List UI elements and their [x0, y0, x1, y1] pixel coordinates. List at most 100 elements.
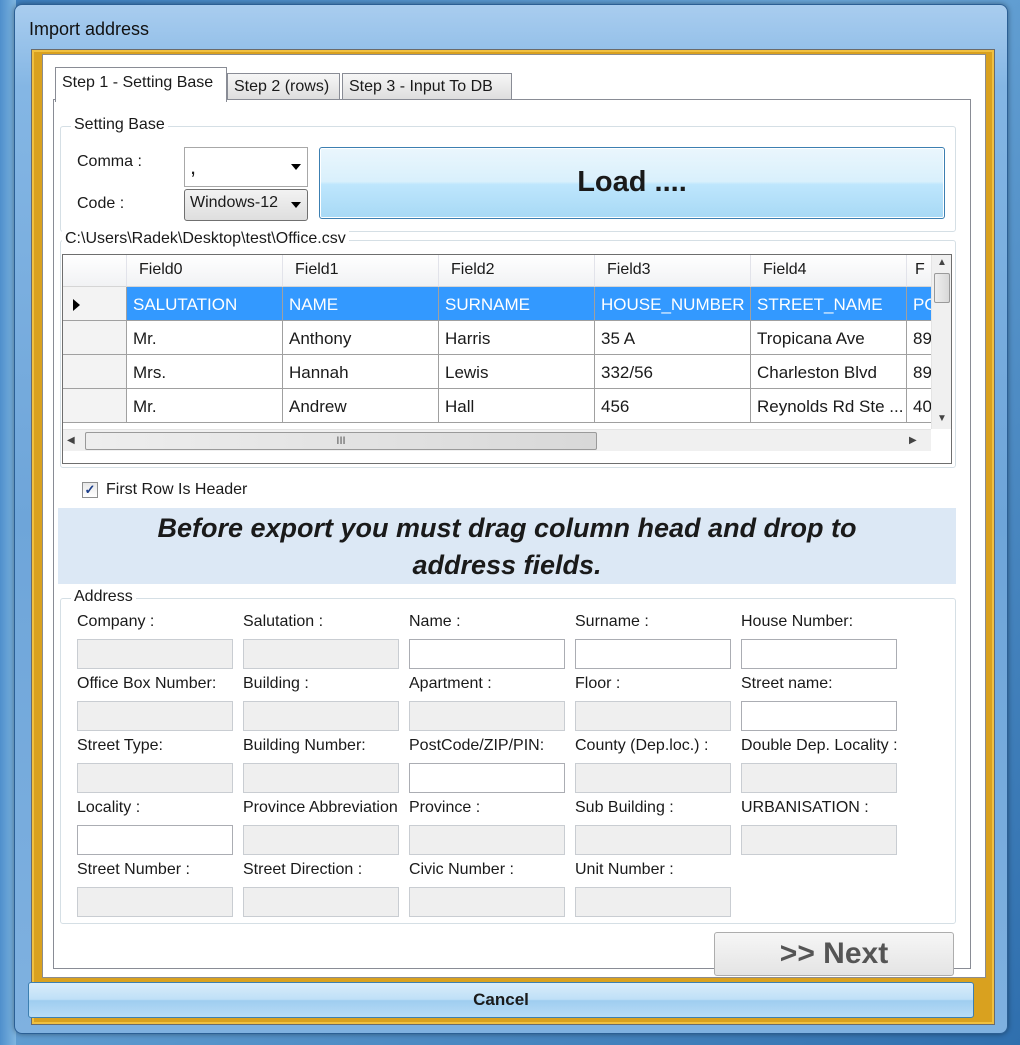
address-field-drop-target[interactable]	[409, 639, 565, 669]
table-cell[interactable]: SALUTATION	[127, 287, 283, 321]
column-header-field2[interactable]: Field2	[439, 255, 595, 287]
address-field-label: Locality :	[77, 799, 141, 816]
address-field-label: Sub Building :	[575, 799, 674, 816]
table-cell[interactable]: Charleston Blvd	[751, 355, 907, 389]
address-field-drop-target[interactable]	[77, 825, 233, 855]
row-header-cell[interactable]	[63, 389, 127, 423]
address-field-drop-target[interactable]	[243, 763, 399, 793]
scroll-left-icon[interactable]: ◀	[67, 435, 75, 446]
table-cell[interactable]: HOUSE_NUMBER	[595, 287, 751, 321]
address-field-drop-target[interactable]	[575, 887, 731, 917]
address-field-drop-target[interactable]	[77, 639, 233, 669]
address-field-label: Office Box Number:	[77, 675, 217, 692]
chevron-down-icon[interactable]	[291, 202, 301, 208]
table-row[interactable]: Mrs. Hannah Lewis 332/56 Charleston Blvd 89	[63, 355, 951, 389]
column-header-field0[interactable]: Field0	[127, 255, 283, 287]
address-field-drop-target[interactable]	[741, 701, 897, 731]
address-field-label: Name :	[409, 613, 461, 630]
table-cell[interactable]: 35 A	[595, 321, 751, 355]
tab-step-2[interactable]: Step 2 (rows)	[227, 73, 340, 101]
table-row[interactable]: Mr. Anthony Harris 35 A Tropicana Ave 89	[63, 321, 951, 355]
address-field-label: Street name:	[741, 675, 833, 692]
table-cell[interactable]: Reynolds Rd Ste ...	[751, 389, 907, 423]
banner-line-1: Before export you must drag column head …	[157, 513, 857, 543]
table-cell[interactable]: Lewis	[439, 355, 595, 389]
address-field-drop-target[interactable]	[741, 639, 897, 669]
address-field-label: Province :	[409, 799, 481, 816]
scroll-down-icon[interactable]: ▼	[937, 413, 947, 424]
table-cell[interactable]: 456	[595, 389, 751, 423]
address-field-drop-target[interactable]	[575, 701, 731, 731]
table-cell[interactable]: SURNAME	[439, 287, 595, 321]
address-field-drop-target[interactable]	[77, 763, 233, 793]
table-cell[interactable]: Anthony	[283, 321, 439, 355]
column-header-field1[interactable]: Field1	[283, 255, 439, 287]
address-field-drop-target[interactable]	[741, 763, 897, 793]
address-field-drop-target[interactable]	[575, 763, 731, 793]
table-cell[interactable]: 332/56	[595, 355, 751, 389]
code-combobox[interactable]: Windows-12	[184, 189, 308, 221]
table-cell[interactable]: Mr.	[127, 389, 283, 423]
comma-combobox[interactable]: ,	[184, 147, 308, 187]
address-field-label: Floor :	[575, 675, 621, 692]
address-field-label: County (Dep.loc.) :	[575, 737, 709, 754]
address-group: Address Company : Salutation : Name : Surna…	[60, 588, 956, 924]
address-field-drop-target[interactable]	[409, 825, 565, 855]
address-field-drop-target[interactable]	[575, 825, 731, 855]
address-field-drop-target[interactable]	[575, 639, 731, 669]
row-header-cell[interactable]	[63, 321, 127, 355]
grid-horizontal-scrollbar[interactable]: ◀ III ▶	[63, 429, 931, 451]
address-field-label: PostCode/ZIP/PIN:	[409, 737, 545, 754]
table-cell[interactable]: Hall	[439, 389, 595, 423]
table-cell[interactable]: Hannah	[283, 355, 439, 389]
table-cell[interactable]: Andrew	[283, 389, 439, 423]
vertical-scroll-thumb[interactable]	[934, 273, 950, 303]
table-row[interactable]: Mr. Andrew Hall 456 Reynolds Rd Ste ... 40	[63, 389, 951, 423]
tab-step-3[interactable]: Step 3 - Input To DB	[342, 73, 512, 101]
address-field-drop-target[interactable]	[409, 701, 565, 731]
row-header-cell[interactable]	[63, 287, 127, 321]
column-header-field4[interactable]: Field4	[751, 255, 907, 287]
address-field-drop-target[interactable]	[77, 887, 233, 917]
address-field-label: Province Abbreviation	[243, 799, 398, 816]
address-field-drop-target[interactable]	[243, 701, 399, 731]
window-title: Import address	[29, 19, 150, 39]
address-field-label: Salutation :	[243, 613, 324, 630]
table-row[interactable]: SALUTATION NAME SURNAME HOUSE_NUMBER STREET_…	[63, 287, 951, 321]
address-field-label: Street Direction :	[243, 861, 363, 878]
address-field-drop-target[interactable]	[77, 701, 233, 731]
address-field-label: House Number:	[741, 613, 854, 630]
table-cell[interactable]: NAME	[283, 287, 439, 321]
first-row-header-checkbox[interactable]: ✓	[82, 482, 98, 498]
chevron-down-icon[interactable]	[291, 164, 301, 170]
comma-label: Comma :	[77, 153, 142, 170]
cancel-button[interactable]: Cancel	[28, 982, 974, 1018]
address-field-drop-target[interactable]	[243, 639, 399, 669]
csv-data-grid[interactable]: Field0 Field1 Field2 Field3 Field4 F SAL…	[62, 254, 952, 464]
horizontal-scroll-thumb[interactable]: III	[85, 432, 597, 450]
file-path-label: C:\Users\Radek\Desktop\test\Office.csv	[62, 230, 349, 248]
address-field-drop-target[interactable]	[741, 825, 897, 855]
tab-step-1[interactable]: Step 1 - Setting Base	[55, 67, 227, 102]
address-field-drop-target[interactable]	[243, 825, 399, 855]
address-field-drop-target[interactable]	[409, 887, 565, 917]
address-field-drop-target[interactable]	[409, 763, 565, 793]
table-cell[interactable]: Mr.	[127, 321, 283, 355]
grid-vertical-scrollbar[interactable]: ▲ ▼	[931, 255, 951, 429]
window-client-area: Step 1 - Setting Base Step 2 (rows) Step…	[31, 49, 995, 1025]
address-field-label: Apartment :	[409, 675, 492, 692]
scroll-right-icon[interactable]: ▶	[909, 435, 917, 446]
table-cell[interactable]: Mrs.	[127, 355, 283, 389]
table-cell[interactable]: Harris	[439, 321, 595, 355]
next-button[interactable]: >> Next	[714, 932, 954, 976]
table-cell[interactable]: STREET_NAME	[751, 287, 907, 321]
load-button[interactable]: Load ....	[319, 147, 945, 219]
address-field-label: Surname :	[575, 613, 649, 630]
instruction-banner: Before export you must drag column head …	[58, 508, 956, 584]
first-row-header-label[interactable]: First Row Is Header	[106, 481, 247, 499]
table-cell[interactable]: Tropicana Ave	[751, 321, 907, 355]
row-header-cell[interactable]	[63, 355, 127, 389]
address-field-drop-target[interactable]	[243, 887, 399, 917]
scroll-up-icon[interactable]: ▲	[937, 257, 947, 268]
column-header-field3[interactable]: Field3	[595, 255, 751, 287]
